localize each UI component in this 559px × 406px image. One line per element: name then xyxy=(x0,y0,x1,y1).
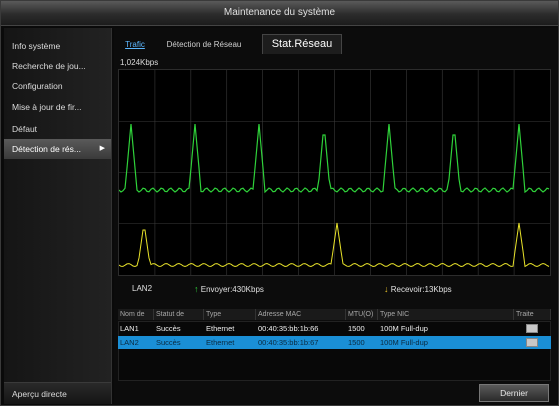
cell-type: Ethernet xyxy=(206,338,235,347)
window-title: Maintenance du système xyxy=(1,1,558,26)
back-button[interactable]: Dernier xyxy=(479,384,549,402)
send-rate: Envoyer:430Kbps xyxy=(200,285,264,294)
tab-network-detection[interactable]: Détection de Réseau xyxy=(158,37,250,53)
cell-mtu: 1500 xyxy=(348,324,365,333)
table-row[interactable]: LAN2 Succès Ethernet 00:40:35:bb:1b:67 1… xyxy=(118,336,551,349)
live-view-button[interactable]: Aperçu directe xyxy=(4,382,111,404)
sidebar-item-network-detection[interactable]: Détection de rés... ▶ xyxy=(4,139,111,159)
send-traffic-line xyxy=(118,123,550,194)
main-content: Trafic Détection de Réseau Stat.Réseau 1… xyxy=(114,28,557,404)
sidebar-item-label: Défaut xyxy=(12,124,38,134)
sidebar-item-firmware-update[interactable]: Mise à jour de fir... xyxy=(4,97,111,117)
graph-grid xyxy=(119,70,550,275)
receive-rate: Recevoir:13Kbps xyxy=(390,285,452,294)
sidebar: Info système Recherche de jou... Configu… xyxy=(4,28,112,404)
table-row[interactable]: LAN1 Succès Ethernet 00:40:35:bb:1b:66 1… xyxy=(118,322,551,335)
col-header-nic-type: Type NIC xyxy=(378,309,514,320)
tab-network-stats[interactable]: Stat.Réseau xyxy=(262,34,342,54)
traffic-chart-svg xyxy=(118,70,550,275)
col-header-mtu: MTU(O) xyxy=(346,309,378,320)
traffic-graph xyxy=(118,69,551,276)
sidebar-item-label: Mise à jour de fir... xyxy=(12,102,82,112)
sidebar-item-label: Recherche de jou... xyxy=(12,61,86,71)
chevron-right-icon: ▶ xyxy=(99,145,105,152)
cell-name: LAN2 xyxy=(120,338,139,347)
col-header-type: Type xyxy=(204,309,256,320)
tab-traffic[interactable]: Trafic xyxy=(120,37,150,53)
col-header-edit: Traite xyxy=(514,309,551,320)
receive-legend: ↓ Recevoir:13Kbps xyxy=(384,284,452,294)
cell-status: Succès xyxy=(156,324,181,333)
arrow-up-icon: ↑ xyxy=(194,284,199,294)
cell-nic-type: 100M Full-dup xyxy=(380,324,428,333)
bandwidth-scale-label: 1,024Kbps xyxy=(120,58,159,67)
interface-label: LAN2 xyxy=(132,284,153,293)
cell-mtu: 1500 xyxy=(348,338,365,347)
col-header-status: Statut de xyxy=(154,309,204,320)
edit-monitor-icon[interactable] xyxy=(526,338,538,347)
sidebar-item-system-info[interactable]: Info système xyxy=(4,36,111,56)
sidebar-item-label: Info système xyxy=(12,41,61,51)
sidebar-item-label: Détection de rés... xyxy=(12,144,81,154)
sidebar-item-configuration[interactable]: Configuration xyxy=(4,76,111,96)
edit-monitor-icon[interactable] xyxy=(526,324,538,333)
cell-nic-type: 100M Full-dup xyxy=(380,338,428,347)
arrow-down-icon: ↓ xyxy=(384,284,389,294)
maintenance-window: Maintenance du système Info système Rech… xyxy=(0,0,559,406)
cell-type: Ethernet xyxy=(206,324,235,333)
cell-name: LAN1 xyxy=(120,324,139,333)
col-header-name: Nom de xyxy=(118,309,154,320)
send-legend: ↑ Envoyer:430Kbps xyxy=(194,284,264,294)
cell-mac: 00:40:35:bb:1b:67 xyxy=(258,338,319,347)
col-header-mac: Adresse MAC xyxy=(256,309,346,320)
sidebar-item-log-search[interactable]: Recherche de jou... xyxy=(4,56,111,76)
cell-mac: 00:40:35:bb:1b:66 xyxy=(258,324,319,333)
sidebar-item-label: Configuration xyxy=(12,81,63,91)
sidebar-item-default[interactable]: Défaut xyxy=(4,119,111,139)
receive-traffic-line xyxy=(118,222,550,268)
cell-status: Succès xyxy=(156,338,181,347)
